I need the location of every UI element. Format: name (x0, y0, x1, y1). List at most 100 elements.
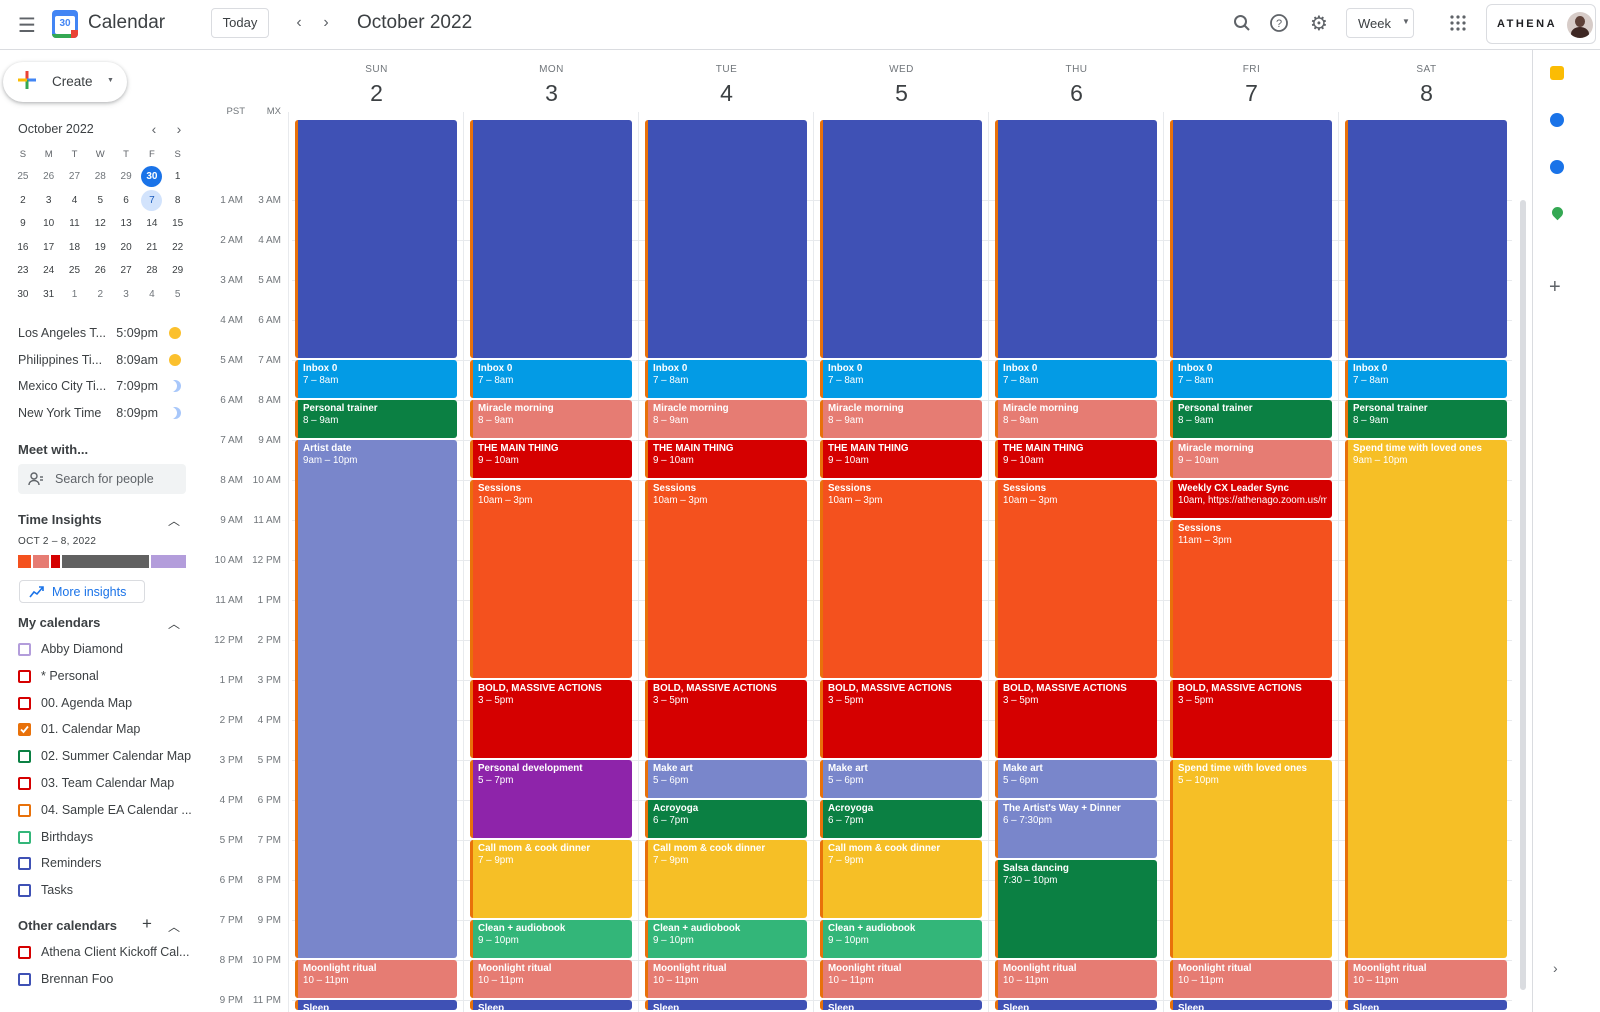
calendar-event[interactable]: Inbox 07 – 8am (295, 360, 457, 398)
mini-day[interactable]: 15 (165, 212, 191, 236)
calendar-event[interactable] (995, 120, 1157, 358)
calendar-item[interactable]: 02. Summer Calendar Map (18, 746, 198, 768)
insights-bar[interactable] (18, 555, 186, 568)
settings-gear-icon[interactable]: ⚙ (1306, 10, 1332, 36)
calendar-item[interactable]: 00. Agenda Map (18, 693, 198, 715)
mini-day[interactable]: 28 (87, 165, 113, 189)
calendar-item[interactable]: Reminders (18, 853, 198, 875)
insights-segment[interactable] (32, 555, 49, 568)
calendar-event[interactable]: Sessions 10am – 3pm (470, 480, 632, 678)
calendar-event[interactable]: Sleep11pm – 7am (645, 1000, 807, 1010)
mini-prev-month-icon[interactable]: ‹ (146, 120, 162, 138)
calendar-checkbox[interactable] (18, 884, 31, 898)
mini-day[interactable]: 12 (87, 212, 113, 236)
mini-day[interactable]: 3 (36, 189, 62, 213)
calendar-event[interactable]: Inbox 07 – 8am (645, 360, 807, 398)
calendar-checkbox[interactable] (18, 803, 31, 817)
calendar-item[interactable]: 01. Calendar Map (18, 719, 198, 741)
view-switcher-button[interactable]: Week ▼ (1346, 8, 1414, 38)
mini-day[interactable]: 27 (62, 165, 88, 189)
contacts-icon[interactable] (1550, 160, 1564, 174)
calendar-event[interactable]: Call mom & cook dinner 7 – 9pm (645, 840, 807, 918)
insights-segment[interactable] (62, 555, 149, 568)
insights-segment[interactable] (150, 555, 186, 568)
mini-day[interactable]: 3 (113, 283, 139, 307)
calendar-event[interactable]: Make art 5 – 6pm (645, 760, 807, 798)
today-button[interactable]: Today (211, 8, 269, 38)
mini-day[interactable]: 2 (10, 189, 36, 213)
calendar-event[interactable]: Sessions 10am – 3pm (820, 480, 982, 678)
calendar-event[interactable]: Inbox 07 – 8am (1345, 360, 1507, 398)
mini-day[interactable]: 13 (113, 212, 139, 236)
collapse-other-calendars-icon[interactable]: ︿ (168, 918, 182, 934)
calendar-event[interactable]: Sleep11pm – 7am (820, 1000, 982, 1010)
calendar-event[interactable] (1345, 120, 1507, 358)
calendar-item[interactable]: Athena Client Kickoff Cal... (18, 942, 198, 964)
mini-day[interactable]: 2 (87, 283, 113, 307)
mini-day[interactable]: 1 (62, 283, 88, 307)
calendar-event[interactable]: Clean + audiobook 9 – 10pm (820, 920, 982, 958)
calendar-logo-icon[interactable]: 30 (52, 10, 78, 38)
calendar-item[interactable]: * Personal (18, 666, 198, 688)
calendar-event[interactable]: Moonlight ritual 10 – 11pm (295, 960, 457, 998)
calendar-event[interactable]: THE MAIN THING 9 – 10am (645, 440, 807, 478)
calendar-event[interactable]: BOLD, MASSIVE ACTIONS 3 – 5pm (1170, 680, 1332, 758)
mini-day[interactable]: 31 (36, 283, 62, 307)
calendar-item[interactable]: Abby Diamond (18, 639, 198, 661)
calendar-event[interactable]: Spend time with loved ones 9am – 10pm (1345, 440, 1507, 958)
mini-day[interactable]: 16 (10, 236, 36, 260)
calendar-event[interactable]: BOLD, MASSIVE ACTIONS 3 – 5pm (820, 680, 982, 758)
calendar-event[interactable]: Miracle morning 9 – 10am (1170, 440, 1332, 478)
calendar-event[interactable]: BOLD, MASSIVE ACTIONS 3 – 5pm (645, 680, 807, 758)
calendar-event[interactable]: Make art 5 – 6pm (820, 760, 982, 798)
calendar-event[interactable]: THE MAIN THING 9 – 10am (820, 440, 982, 478)
mini-day[interactable]: 29 (113, 165, 139, 189)
help-icon[interactable]: ? (1266, 10, 1292, 36)
day-header[interactable]: TUE 4 (639, 50, 814, 120)
search-icon[interactable] (1229, 10, 1255, 36)
calendar-event[interactable]: Miracle morning 8 – 9am (995, 400, 1157, 438)
collapse-my-calendars-icon[interactable]: ︿ (168, 615, 182, 631)
create-button[interactable]: Create ▼ (3, 62, 127, 102)
day-header[interactable]: FRI 7 (1164, 50, 1339, 120)
calendar-checkbox[interactable] (18, 723, 31, 737)
calendar-event[interactable] (295, 120, 457, 358)
calendar-event[interactable]: Moonlight ritual 10 – 11pm (995, 960, 1157, 998)
calendar-event[interactable]: Artist date 9am – 10pm (295, 440, 457, 958)
day-header[interactable]: THU 6 (989, 50, 1164, 120)
mini-day[interactable]: 18 (62, 236, 88, 260)
calendar-event[interactable]: Sleep11pm – 7am (470, 1000, 632, 1010)
calendar-event[interactable]: Clean + audiobook 9 – 10pm (645, 920, 807, 958)
main-menu-icon[interactable]: ☰ (12, 10, 42, 40)
calendar-event[interactable] (645, 120, 807, 358)
mini-day[interactable]: 20 (113, 236, 139, 260)
mini-day[interactable]: 5 (87, 189, 113, 213)
calendar-event[interactable]: Inbox 07 – 8am (1170, 360, 1332, 398)
mini-day[interactable]: 21 (139, 236, 165, 260)
tasks-icon[interactable] (1550, 113, 1564, 127)
calendar-checkbox[interactable] (18, 777, 31, 790)
add-other-calendar-icon[interactable]: + (142, 914, 152, 934)
calendar-event[interactable] (470, 120, 632, 358)
mini-day[interactable]: 28 (139, 259, 165, 283)
mini-day[interactable]: 26 (87, 259, 113, 283)
mini-day[interactable]: 29 (165, 259, 191, 283)
mini-day[interactable]: 7 (139, 189, 165, 213)
calendar-checkbox[interactable] (18, 830, 31, 844)
calendar-event[interactable]: Sessions 11am – 3pm (1170, 520, 1332, 678)
calendar-checkbox[interactable] (18, 946, 31, 959)
calendar-event[interactable]: Call mom & cook dinner 7 – 9pm (820, 840, 982, 918)
insights-segment[interactable] (50, 555, 61, 568)
avatar[interactable] (1567, 12, 1593, 38)
calendar-event[interactable]: Personal development 5 – 7pm (470, 760, 632, 838)
calendar-event[interactable]: Sessions 10am – 3pm (995, 480, 1157, 678)
mini-day[interactable]: 23 (10, 259, 36, 283)
keep-icon[interactable] (1550, 66, 1564, 80)
calendar-checkbox[interactable] (18, 643, 31, 656)
maps-icon[interactable] (1549, 204, 1566, 221)
mini-day[interactable]: 14 (139, 212, 165, 236)
mini-day[interactable]: 8 (165, 189, 191, 213)
mini-day[interactable]: 4 (62, 189, 88, 213)
calendar-event[interactable]: Salsa dancing 7:30 – 10pm (995, 860, 1157, 958)
calendar-event[interactable] (1170, 120, 1332, 358)
